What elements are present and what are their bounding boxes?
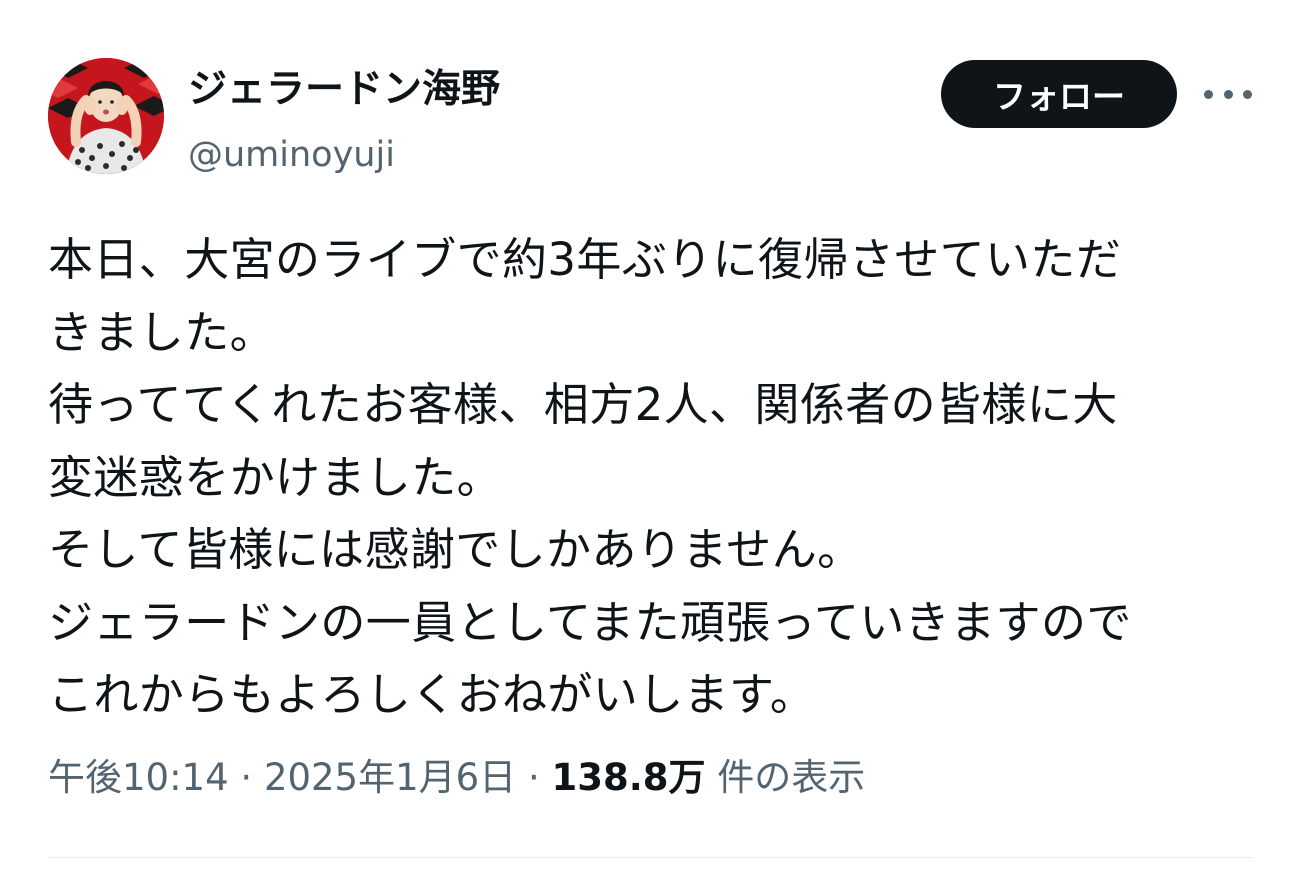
views-label: 件の表示 (705, 756, 866, 799)
meta-separator: · (516, 756, 552, 799)
more-dot (1223, 89, 1233, 99)
avatar-photo-icon (48, 58, 164, 174)
avatar[interactable] (48, 58, 164, 174)
more-dot (1204, 89, 1213, 99)
tweet-meta: 午後10:14 · 2025年1月6日 · 138.8万 件の表示 (48, 750, 865, 806)
meta-separator: · (228, 756, 264, 799)
tweet-text-line: 変迷惑をかけました。 (48, 450, 503, 504)
tweet-text-line: 本日、大宮のライブで約3年ぶりに復帰させていただ (48, 233, 1122, 286)
tweet-text: 本日、大宮のライブで約3年ぶりに復帰させていただ きました。 待っててくれたお客… (48, 224, 1253, 732)
more-dots-icon[interactable] (1204, 74, 1252, 114)
views-count[interactable]: 138.8万 (551, 756, 705, 799)
author-display-name[interactable]: ジェラードン海野 (188, 64, 500, 116)
tweet-date[interactable]: 2025年1月6日 (264, 756, 516, 799)
tweet-time[interactable]: 午後10:14 (48, 756, 229, 799)
tweet-card: ジェラードン海野 @uminoyuji フォロー 本日、大宮のライブで約3年ぶり… (0, 0, 1300, 874)
tweet-text-line: 待っててくれたお客様、相方2人、関係者の皆様に大 (48, 378, 1118, 431)
more-dot (1243, 89, 1252, 99)
divider (48, 857, 1253, 858)
tweet-text-line: ジェラードンの一員としてまた頑張っていきますので (48, 595, 1132, 649)
tweet-header: ジェラードン海野 @uminoyuji フォロー (48, 58, 1258, 178)
tweet-text-line: これからもよろしくおねがいします。 (48, 668, 816, 721)
author-handle[interactable]: @uminoyuji (188, 130, 500, 180)
tweet-text-line: きました。 (48, 305, 276, 359)
tweet-text-line: そして皆様には感謝でしかありません。 (48, 523, 863, 576)
author-info: ジェラードン海野 @uminoyuji (188, 64, 500, 180)
follow-button[interactable]: フォロー (941, 60, 1177, 128)
